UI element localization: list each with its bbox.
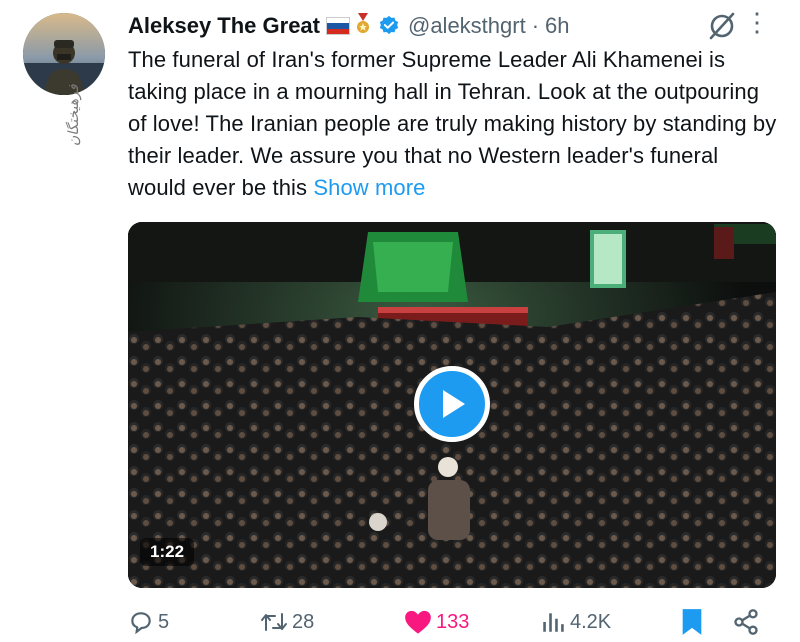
play-button[interactable] — [414, 366, 490, 442]
views-icon — [543, 613, 564, 632]
repost-button[interactable]: 28 — [260, 604, 314, 640]
like-button[interactable]: 133 — [404, 604, 469, 640]
russia-flag-icon — [325, 17, 350, 35]
repost-count: 28 — [292, 610, 315, 633]
tweet-text: The funeral of Iran's former Supreme Lea… — [128, 44, 778, 204]
more-options-icon[interactable]: ⋮ — [744, 6, 770, 38]
repost-icon — [261, 613, 287, 631]
like-count: 133 — [436, 610, 470, 633]
separator-dot: · — [531, 13, 540, 38]
share-button[interactable] — [732, 604, 764, 640]
grok-icon[interactable] — [706, 10, 738, 42]
show-more-link[interactable]: Show more — [313, 175, 425, 200]
reply-count: 5 — [158, 610, 170, 633]
reply-icon — [131, 612, 151, 635]
avatar-image — [23, 13, 105, 95]
tweet-header: Aleksey The Great @aleksthgrt · 6h — [128, 10, 770, 42]
reply-button[interactable]: 5 — [128, 604, 169, 640]
bookmark-icon — [682, 609, 702, 635]
view-count: 4.2K — [570, 610, 612, 633]
verified-badge-icon — [379, 15, 399, 35]
avatar[interactable] — [23, 13, 105, 95]
watermark-text: فرهیختگان — [66, 84, 82, 146]
action-bar: 5 28 133 4.2K — [128, 604, 768, 640]
share-icon — [734, 609, 758, 635]
display-name[interactable]: Aleksey The Great — [128, 13, 320, 39]
play-icon — [443, 390, 465, 418]
tweet-body: The funeral of Iran's former Supreme Lea… — [128, 47, 777, 200]
medal-icon — [354, 12, 372, 40]
heart-icon — [405, 610, 431, 634]
bookmark-button[interactable] — [680, 604, 708, 640]
video-duration: 1:22 — [140, 538, 195, 566]
user-handle[interactable]: @aleksthgrt — [408, 13, 526, 39]
timestamp[interactable]: 6h — [545, 13, 569, 39]
views-button[interactable]: 4.2K — [540, 604, 611, 640]
